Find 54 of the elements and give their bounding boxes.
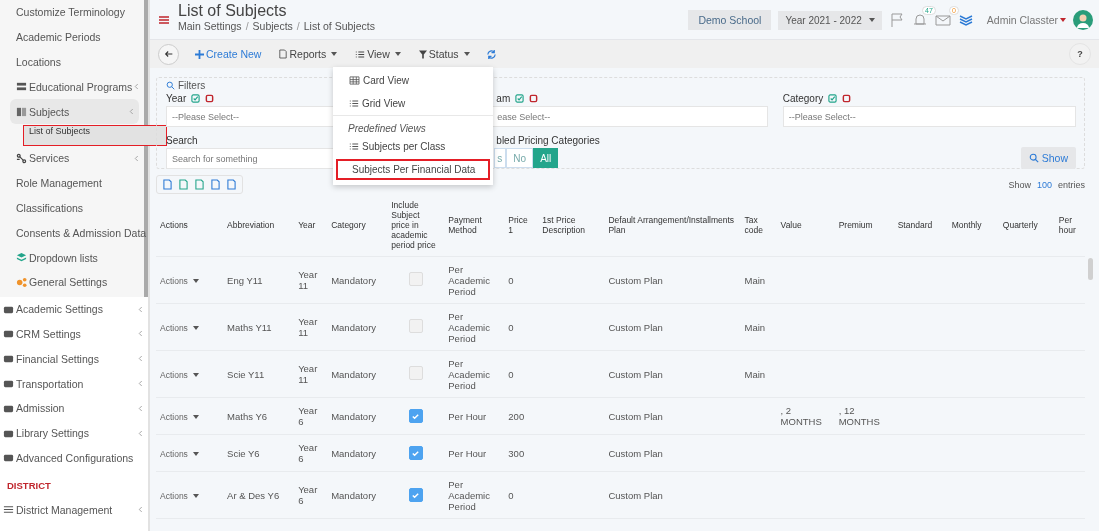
- table-cell: Mandatory: [331, 447, 377, 459]
- table-cell: Eng Y11: [227, 274, 263, 286]
- table-cell: Custom Plan: [608, 321, 663, 333]
- table-cell: 200: [508, 410, 525, 422]
- breadcrumb-current: List of Subjects: [303, 20, 375, 32]
- table-cell: Scie Y11: [227, 368, 265, 380]
- table-cell: Maths Y6: [227, 410, 268, 422]
- table-cell: Custom Plan: [608, 489, 663, 501]
- breadcrumb-separator: /: [296, 20, 300, 32]
- table-cell: , 12 MONTHS: [838, 405, 880, 427]
- table-cell: Mandatory: [331, 274, 377, 286]
- table-cell: Year 11: [298, 363, 318, 385]
- filter-label: Category: [782, 92, 824, 104]
- table-cell: Per Hour: [448, 447, 487, 459]
- table-cell: Mandatory: [331, 410, 377, 422]
- table-cell: Custom Plan: [608, 410, 663, 422]
- table-cell: Main: [744, 274, 766, 286]
- menu-section-heading: Predefined Views: [333, 115, 493, 135]
- table-cell: 0: [508, 368, 514, 380]
- table-cell: Custom Plan: [608, 274, 663, 286]
- table-cell: Mandatory: [331, 368, 377, 380]
- table-cell: Year 6: [298, 442, 318, 464]
- table-cell: 0: [508, 274, 514, 286]
- table-cell: 300: [508, 447, 525, 459]
- table-cell: Per Academic Period: [448, 310, 490, 344]
- table-cell: 0: [508, 489, 514, 501]
- table-cell: Maths Y11: [227, 321, 272, 333]
- table-cell: Main: [744, 321, 766, 333]
- entries-label: entries: [1058, 179, 1085, 190]
- table-cell: Custom Plan: [608, 368, 663, 380]
- table-cell: Ar & Des Y6: [227, 489, 280, 501]
- table-cell: Mandatory: [331, 321, 377, 333]
- table-cell: Year 6: [298, 484, 318, 506]
- table-cell: Per Academic Period: [448, 478, 490, 512]
- filter-label: am: [496, 92, 511, 104]
- filter-label: bled Pricing Categories: [496, 134, 600, 146]
- table-cell: Main: [744, 368, 766, 380]
- table-cell: Scie Y6: [227, 447, 260, 459]
- table-cell: Per Academic Period: [448, 263, 490, 297]
- entries-label: Show: [1008, 179, 1031, 190]
- page-title: List of Subjects: [178, 2, 288, 20]
- table-cell: Per Academic Period: [448, 357, 490, 391]
- table-cell: Per Hour: [448, 410, 487, 422]
- sidebar-section-heading: DISTRICT: [6, 479, 52, 494]
- table-cell: Year 6: [298, 405, 318, 427]
- filters-title: Filters: [178, 79, 206, 91]
- table-cell: Mandatory: [331, 489, 377, 501]
- breadcrumb-separator: /: [245, 20, 249, 32]
- table-cell: Year 11: [298, 269, 318, 291]
- table-cell: Year 11: [298, 316, 318, 338]
- table-cell: Custom Plan: [608, 447, 663, 459]
- table-cell: , 2 MONTHS: [780, 405, 822, 427]
- table-cell: 0: [508, 321, 514, 333]
- filter-label: Year: [166, 92, 187, 104]
